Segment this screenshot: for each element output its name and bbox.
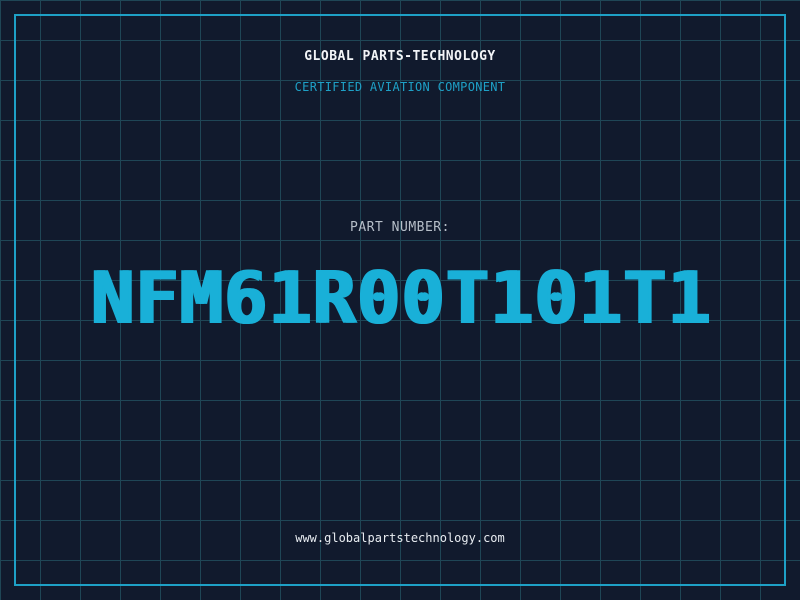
website-url: www.globalpartstechnology.com [295,531,505,545]
certification-subtitle: CERTIFIED AVIATION COMPONENT [294,80,506,94]
label-canvas: GLOBAL PARTS-TECHNOLOGY CERTIFIED AVIATI… [0,0,800,600]
brand-name: GLOBAL PARTS-TECHNOLOGY [304,49,496,64]
part-number-label: PART NUMBER: [350,220,450,235]
part-number-value: NFM61R00T101T1 [89,256,711,340]
